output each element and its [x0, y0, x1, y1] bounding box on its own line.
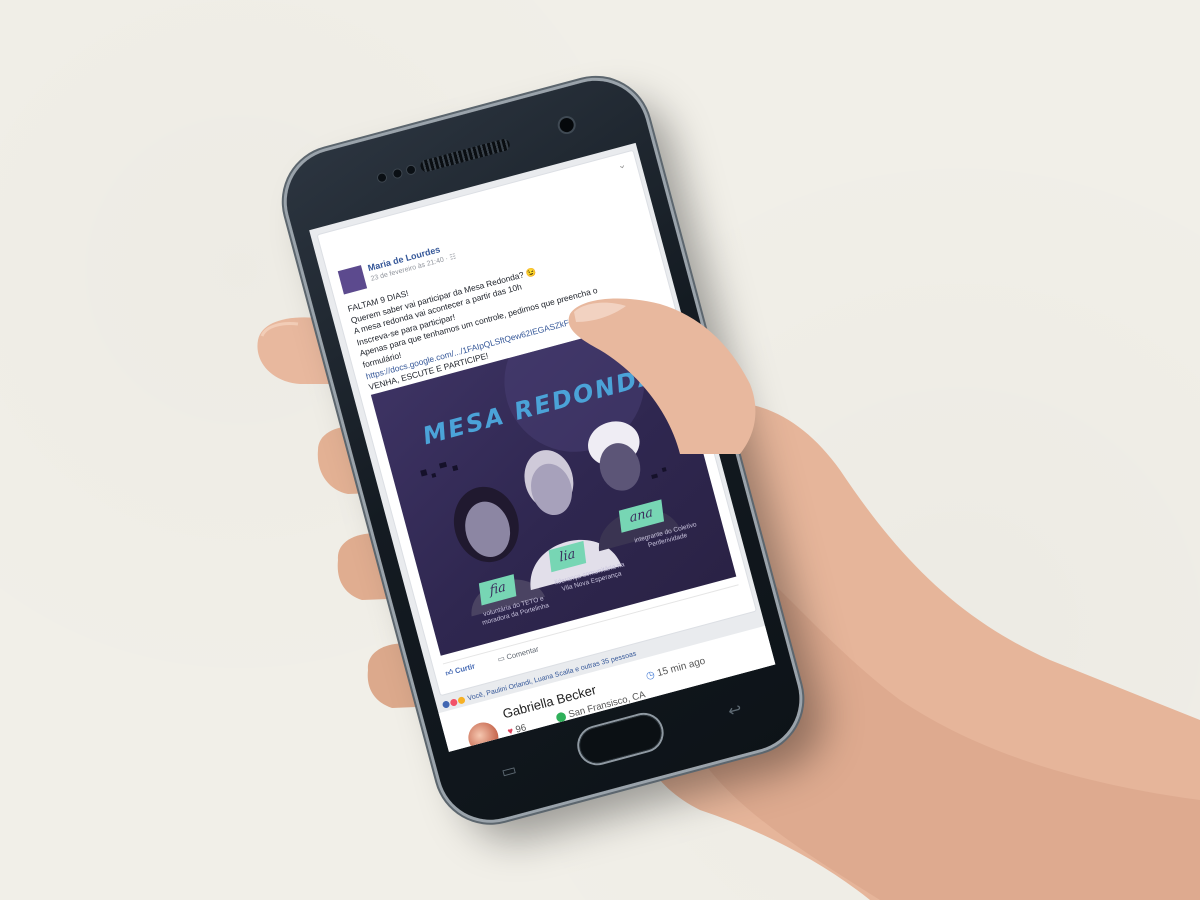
sensor-icon: [406, 164, 416, 175]
chevron-down-icon[interactable]: ⌄: [616, 159, 627, 172]
sensor-icon: [377, 172, 387, 183]
sensor-icon: [392, 168, 403, 179]
recent-apps-icon[interactable]: ▭: [496, 759, 521, 781]
feed-item-time: ◷ 15 min ago: [644, 655, 707, 683]
home-button[interactable]: [575, 710, 666, 768]
thumb: [568, 298, 756, 454]
like-button[interactable]: 👍︎ Curtir: [444, 661, 476, 679]
back-icon[interactable]: ↩: [722, 698, 747, 721]
feed-item-likes[interactable]: ♥ 96: [506, 722, 527, 738]
speaker-grille: [419, 137, 512, 174]
comment-button[interactable]: ▭ Comentar: [497, 644, 540, 664]
avatar[interactable]: [464, 719, 502, 752]
author-avatar[interactable]: [337, 265, 368, 295]
front-camera-icon: [558, 116, 576, 134]
haha-reaction-icon: [457, 696, 466, 705]
